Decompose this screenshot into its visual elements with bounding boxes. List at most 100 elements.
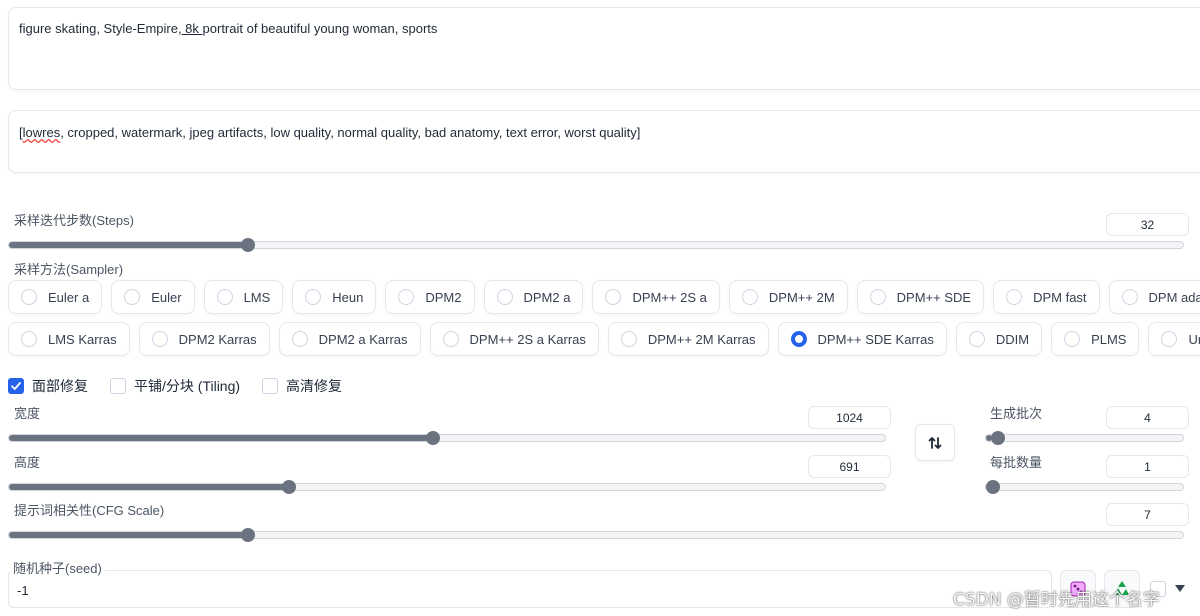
swap-dimensions-button[interactable] xyxy=(915,424,955,461)
seed-label: 随机种子(seed) xyxy=(10,558,105,577)
radio-circle-icon xyxy=(151,331,168,347)
batch-size-slider-thumb[interactable] xyxy=(986,480,1000,494)
radio-circle-icon xyxy=(291,331,308,347)
height-slider[interactable] xyxy=(8,480,886,494)
batch-count-number-input[interactable]: 4 xyxy=(1106,406,1189,429)
width-slider[interactable] xyxy=(8,431,886,445)
sampler-radio-row-2: LMS Karras DPM2 Karras DPM2 a Karras DPM++ … xyxy=(8,322,1200,356)
height-slider-thumb[interactable] xyxy=(282,480,297,494)
cfg-scale-number-input[interactable]: 7 xyxy=(1106,503,1189,526)
tiling-checkbox-box xyxy=(110,378,126,394)
prompt-text-underlined: , 8k xyxy=(177,21,203,36)
sampler-option-label: DPM++ 2M Karras xyxy=(647,331,756,347)
radio-circle-icon xyxy=(305,289,322,305)
cfg-scale-slider-thumb[interactable] xyxy=(241,528,255,542)
radio-circle-icon xyxy=(124,289,141,305)
sampler-option-euler-a[interactable]: Euler a xyxy=(8,280,103,314)
sampler-option-lms-karras[interactable]: LMS Karras xyxy=(8,322,130,356)
radio-circle-icon xyxy=(1064,331,1081,347)
hires-fix-checkbox-box xyxy=(262,378,279,394)
batch-size-slider[interactable] xyxy=(985,480,1184,494)
sampler-option-label: Heun xyxy=(332,289,364,305)
radio-circle-icon xyxy=(968,331,985,347)
radio-circle-icon xyxy=(496,289,513,305)
steps-slider[interactable] xyxy=(8,238,1184,252)
sampler-option-label: DPM++ 2S a xyxy=(632,289,707,305)
sampler-option-plms[interactable]: PLMS xyxy=(1051,322,1140,356)
tiling-checkbox[interactable]: 平铺/分块 (Tiling) xyxy=(110,376,240,396)
prompt-text-post: portrait of beautiful young woman, sport… xyxy=(202,21,438,36)
cfg-scale-slider[interactable] xyxy=(8,528,1184,542)
swap-arrows-icon xyxy=(928,436,942,449)
sampler-option-ddim[interactable]: DDIM xyxy=(955,322,1043,356)
sampler-option-lms[interactable]: LMS xyxy=(203,280,284,314)
steps-number-input[interactable]: 32 xyxy=(1106,213,1189,236)
radio-circle-icon xyxy=(1006,289,1023,305)
sampler-option-dpmpp-2m-karras[interactable]: DPM++ 2M Karras xyxy=(607,322,769,356)
sampler-option-label: DDIM xyxy=(995,331,1030,347)
radio-circle-icon xyxy=(620,331,637,347)
seed-input[interactable]: -1 xyxy=(8,570,1052,608)
batch-size-label: 每批数量 xyxy=(990,455,1043,470)
negative-prompt-textarea[interactable]: [lowres, cropped, watermark, jpeg artifa… xyxy=(8,110,1200,173)
sampler-option-label: DPM++ 2S a Karras xyxy=(469,331,586,347)
batch-count-label: 生成批次 xyxy=(990,406,1043,421)
option-checkboxes: 面部修复 平铺/分块 (Tiling) 高清修复 xyxy=(8,376,342,396)
sampler-option-dpmpp-2s-a[interactable]: DPM++ 2S a xyxy=(592,280,720,314)
sampler-option-dpm2-a[interactable]: DPM2 a xyxy=(483,280,584,314)
steps-slider-fill xyxy=(9,242,244,248)
radio-circle-icon xyxy=(790,331,807,347)
cfg-scale-slider-fill xyxy=(9,532,244,538)
sampler-option-unipc[interactable]: UniPC xyxy=(1148,322,1200,356)
prompt-text-pre: figure skating, Style-Empire xyxy=(19,21,178,36)
sampler-option-label: DPM2 a xyxy=(523,289,571,305)
chevron-down-icon[interactable] xyxy=(1175,585,1185,592)
sampler-option-label: DPM2 a Karras xyxy=(318,331,408,347)
batch-size-number-input[interactable]: 1 xyxy=(1106,455,1189,478)
sampler-option-dpmpp-2s-a-karras[interactable]: DPM++ 2S a Karras xyxy=(429,322,599,356)
sampler-option-dpmpp-2m[interactable]: DPM++ 2M xyxy=(728,280,848,314)
radio-circle-icon xyxy=(1121,289,1138,305)
neg-prompt-text-post: , cropped, watermark, jpeg artifacts, lo… xyxy=(60,125,641,140)
sampler-option-dpmpp-sde-karras[interactable]: DPM++ SDE Karras xyxy=(777,322,947,356)
prompt-textarea[interactable]: figure skating, Style-Empire, 8k portrai… xyxy=(8,7,1200,90)
batch-count-slider[interactable] xyxy=(985,431,1184,445)
sampler-option-heun[interactable]: Heun xyxy=(292,280,377,314)
sampler-option-label: DPM++ 2M xyxy=(768,289,835,305)
sampler-option-dpm2[interactable]: DPM2 xyxy=(385,280,475,314)
hires-fix-checkbox[interactable]: 高清修复 xyxy=(262,376,342,396)
height-number-input[interactable]: 691 xyxy=(808,455,891,478)
sampler-option-label: Euler xyxy=(151,289,182,305)
face-restore-label: 面部修复 xyxy=(32,378,88,394)
steps-label: 采样迭代步数(Steps) xyxy=(14,213,134,228)
sampler-option-label: DPM2 xyxy=(425,289,462,305)
sampler-option-dpm2-a-karras[interactable]: DPM2 a Karras xyxy=(278,322,421,356)
width-label: 宽度 xyxy=(14,406,41,421)
face-restore-checkbox[interactable]: 面部修复 xyxy=(8,376,88,396)
sampler-option-dpm-fast[interactable]: DPM fast xyxy=(993,280,1100,314)
cfg-scale-label: 提示词相关性(CFG Scale) xyxy=(14,503,165,518)
steps-slider-thumb[interactable] xyxy=(241,238,255,252)
sampler-option-label: DPM++ SDE Karras xyxy=(817,331,934,347)
sampler-option-dpmpp-sde[interactable]: DPM++ SDE xyxy=(856,280,985,314)
radio-circle-icon xyxy=(869,289,886,305)
width-slider-fill xyxy=(9,435,433,441)
hires-fix-label: 高清修复 xyxy=(286,378,343,394)
sampler-option-dpm-adaptive[interactable]: DPM adaptive xyxy=(1108,280,1200,314)
sampler-option-dpm2-karras[interactable]: DPM2 Karras xyxy=(138,322,270,356)
sampler-option-label: DPM adaptive xyxy=(1148,289,1200,305)
sampler-option-euler[interactable]: Euler xyxy=(111,280,195,314)
sampler-option-label: Euler a xyxy=(48,289,90,305)
sampler-option-label: DPM2 Karras xyxy=(178,331,257,347)
sampler-option-label: LMS Karras xyxy=(48,331,117,347)
radio-circle-icon xyxy=(398,289,415,305)
radio-circle-icon xyxy=(741,289,758,305)
radio-circle-icon xyxy=(442,331,459,347)
watermark-text: CSDN @暂时先用这个名字 xyxy=(953,590,1160,610)
radio-circle-icon xyxy=(21,331,37,347)
sampler-option-label: LMS xyxy=(243,289,271,305)
width-slider-thumb[interactable] xyxy=(426,431,441,445)
width-number-input[interactable]: 1024 xyxy=(808,406,891,429)
batch-count-slider-thumb[interactable] xyxy=(991,431,1006,445)
sampler-radio-row-1: Euler a Euler LMS Heun DPM2 DPM2 a DPM++ 2S a D… xyxy=(8,280,1200,314)
